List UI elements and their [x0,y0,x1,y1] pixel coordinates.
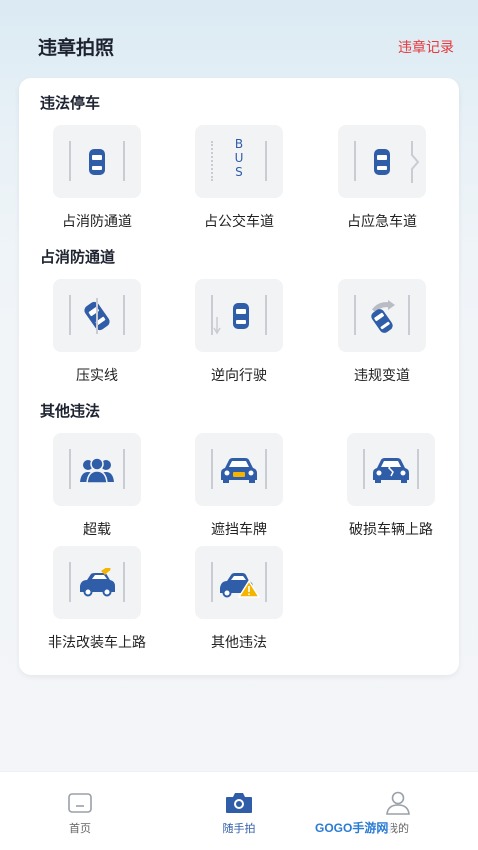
header: 违章拍照 违章记录 [0,0,478,80]
item-solid-line[interactable]: 压实线 [37,279,157,385]
item-damaged-vehicle[interactable]: 破损车辆上路 [331,433,451,539]
tab-camera-label: 随手拍 [222,823,256,835]
section-title-fire-lane: 占消防通道 [40,249,116,266]
item-label: 非法改装车上路 [48,634,146,650]
arrow-down-icon [213,317,221,335]
home-icon [68,793,92,813]
road-edge-icon [411,140,420,183]
illegal-lane-change-tile[interactable] [338,279,426,352]
tab-camera[interactable]: 随手拍 [199,790,279,836]
user-icon [386,791,410,815]
bus-lane-icon: BUS [234,137,244,179]
section-title-other-violations: 其他违法 [40,403,101,420]
camera-icon [226,793,252,813]
modified-car-icon [80,567,115,596]
wrong-way-tile[interactable] [195,279,283,352]
item-bus-lane[interactable]: BUS 占公交车道 [179,125,299,231]
damaged-car-icon [373,457,409,483]
fire-lane-tile[interactable] [53,125,141,198]
people-group-icon [80,456,114,484]
page-title: 违章拍照 [38,38,115,59]
item-label: 逆向行驶 [211,367,267,383]
item-wrong-way[interactable]: 逆向行驶 [179,279,299,385]
item-illegal-lane-change[interactable]: 违规变道 [322,279,442,385]
tab-home[interactable]: 首页 [40,790,120,836]
item-covered-plate[interactable]: 遮挡车牌 [179,433,299,539]
item-label: 遮挡车牌 [211,521,267,537]
overload-tile[interactable] [53,433,141,506]
item-other-violation[interactable]: 其他违法 [179,546,299,652]
watermark-logo: GOGO手游网 [312,818,392,837]
emergency-lane-tile[interactable] [338,125,426,198]
car-crossing-line-icon [84,297,110,334]
violation-record-link[interactable]: 违章记录 [398,37,454,57]
car-top-icon [89,148,105,175]
car-front-icon [221,457,257,483]
solid-line-tile[interactable] [53,279,141,352]
car-top-icon [232,302,249,329]
damaged-vehicle-tile[interactable] [347,433,435,506]
item-label: 超载 [83,521,111,537]
other-violation-tile[interactable] [195,546,283,619]
item-emergency-lane[interactable]: 占应急车道 [322,125,442,231]
item-illegal-modification[interactable]: 非法改装车上路 [37,546,157,652]
item-label: 违规变道 [354,367,410,383]
item-label: 其他违法 [211,634,267,650]
item-label: 占消防通道 [62,213,132,229]
lane-change-icon [371,299,395,333]
item-overload[interactable]: 超载 [37,433,157,539]
car-top-icon [374,148,390,175]
item-label: 占公交车道 [204,213,274,229]
section-title-illegal-parking: 违法停车 [40,95,101,112]
item-label: 破损车辆上路 [349,521,433,537]
bus-lane-tile[interactable]: BUS [195,125,283,198]
tab-home-label: 首页 [69,823,91,835]
item-label: 压实线 [76,367,118,383]
covered-plate-tile[interactable] [195,433,283,506]
bottom-tab-bar: 首页 随手拍 我的 [0,771,478,850]
violation-types-card: 违法停车 占消防通道 BUS 占公交车道 占应急车道 占消防通道 压实线 逆向行… [19,78,459,675]
car-warning-icon [220,572,260,598]
illegal-modification-tile[interactable] [53,546,141,619]
item-fire-lane[interactable]: 占消防通道 [37,125,157,231]
item-label: 占应急车道 [347,213,417,229]
